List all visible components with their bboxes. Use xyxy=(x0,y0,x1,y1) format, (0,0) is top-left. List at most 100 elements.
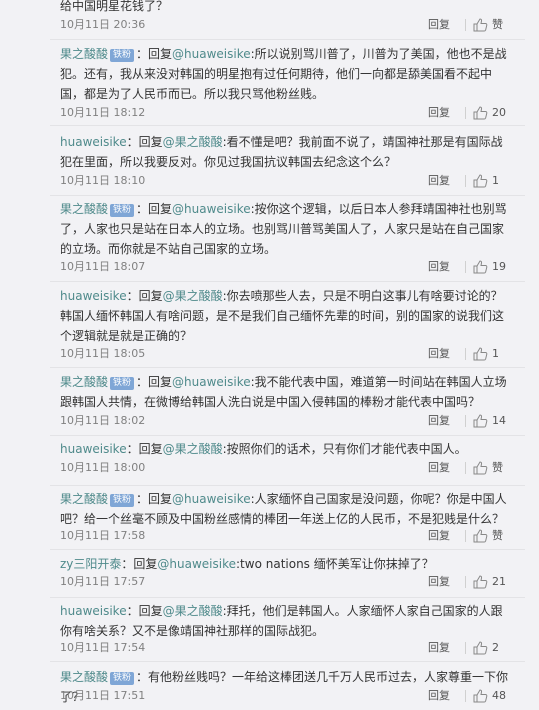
comment-username[interactable]: huaweisike xyxy=(60,442,127,456)
thumbs-up-icon xyxy=(473,260,488,274)
comment-meta: 10月11日 18:12 回复 20 xyxy=(60,104,511,122)
comment-item: 给中国明星花钱了？ 10月11日 20:36 回复 赞 xyxy=(50,0,525,40)
comment-time: 10月11日 17:51 xyxy=(60,689,146,702)
comment-meta: 10月11日 18:07 回复 19 xyxy=(60,258,511,276)
comment-item: huaweisike：回复@果之酸酸:拜托，他们是韩国人。人家缅怀人家自己国家的… xyxy=(50,598,525,662)
reply-button[interactable]: 回复 xyxy=(428,687,450,705)
reply-button[interactable]: 回复 xyxy=(428,459,450,477)
like-count: 赞 xyxy=(492,461,503,474)
comment-text: 果之酸酸 铁粉 ：回复@huaweisike:我不能代表中国，难道第一时间站在韩国人… xyxy=(60,372,511,412)
like-count: 48 xyxy=(492,689,506,702)
divider xyxy=(465,415,466,427)
comment-item: 果之酸酸 铁粉 ：回复@huaweisike:所以说别骂川普了，川普为了美国，他也不… xyxy=(50,40,525,126)
comment-content: 给中国明星花钱了？ xyxy=(60,0,169,13)
comment-item: 果之酸酸 铁粉 ：回复@huaweisike:按你这个逻辑，以后日本人参拜靖国神社也… xyxy=(50,196,525,282)
comment-time: 10月11日 20:36 xyxy=(60,18,146,31)
comment-item: 果之酸酸 铁粉 ：有他粉丝贱吗？一年给这棒团送几千万人民币过去，人家尊重一下你了？ … xyxy=(50,662,525,710)
divider xyxy=(465,107,466,119)
comment-username[interactable]: 果之酸酸 xyxy=(60,202,108,216)
comment-meta: 10月11日 18:00 回复 赞 xyxy=(60,459,511,477)
like-count: 赞 xyxy=(492,529,503,542)
thumbs-up-icon xyxy=(473,106,488,120)
reply-prefix: ：回复 xyxy=(136,202,173,216)
mention-link[interactable]: @huaweisike xyxy=(172,47,251,61)
reply-button[interactable]: 回复 xyxy=(428,639,450,657)
comment-item: 果之酸酸 铁粉 ：回复@huaweisike:我不能代表中国，难道第一时间站在韩国人… xyxy=(50,368,525,436)
like-count: 20 xyxy=(492,106,506,119)
comment-username[interactable]: 果之酸酸 xyxy=(60,670,108,684)
comment-username[interactable]: 果之酸酸 xyxy=(60,375,108,389)
thumbs-up-icon xyxy=(473,174,488,188)
like-count: 2 xyxy=(492,641,499,654)
comment-time: 10月11日 18:05 xyxy=(60,347,146,360)
reply-button[interactable]: 回复 xyxy=(428,172,450,190)
comment-meta: 10月11日 18:10 回复 1 xyxy=(60,172,511,190)
mention-link[interactable]: @huaweisike xyxy=(172,492,251,506)
comment-username[interactable]: zy三阳开泰 xyxy=(60,557,121,571)
comment-username[interactable]: huaweisike xyxy=(60,135,127,149)
comment-time: 10月11日 17:58 xyxy=(60,529,146,542)
divider xyxy=(465,576,466,588)
reply-button[interactable]: 回复 xyxy=(428,573,450,591)
reply-prefix: ： xyxy=(136,670,149,684)
mention-link[interactable]: @果之酸酸 xyxy=(163,604,223,618)
reply-prefix: ：回复 xyxy=(126,289,163,303)
like-count: 1 xyxy=(492,174,499,187)
fan-badge: 铁粉 xyxy=(110,204,135,217)
fan-badge: 铁粉 xyxy=(110,672,135,685)
comment-text: 果之酸酸 铁粉 ：回复@huaweisike:人家缅怀自己国家是没问题，你呢？你是中… xyxy=(60,489,511,529)
comment-meta: 10月11日 17:58 回复 赞 xyxy=(60,527,511,545)
divider xyxy=(465,175,466,187)
like-count: 赞 xyxy=(492,18,503,31)
like-count: 19 xyxy=(492,260,506,273)
reply-prefix: ：回复 xyxy=(121,557,158,571)
thumbs-up-icon xyxy=(473,529,488,543)
comment-username[interactable]: 果之酸酸 xyxy=(60,492,108,506)
thumbs-up-icon xyxy=(473,689,488,703)
thumbs-up-icon xyxy=(473,461,488,475)
comment-time: 10月11日 18:07 xyxy=(60,260,146,273)
comment-meta: 10月11日 17:57 回复 21 xyxy=(60,573,511,591)
comment-content: :按照你们的话术，只有你们才能代表中国人。 xyxy=(222,442,467,456)
mention-link[interactable]: @huaweisike xyxy=(172,375,251,389)
reply-button[interactable]: 回复 xyxy=(428,16,450,34)
fan-badge: 铁粉 xyxy=(110,49,135,62)
comment-item: huaweisike：回复@果之酸酸:你去喷那些人去，只是不明白这事儿有啥要讨论… xyxy=(50,282,525,368)
comment-item: huaweisike：回复@果之酸酸:看不懂是吧？我前面不说了，靖国神社那是有国… xyxy=(50,126,525,196)
divider xyxy=(465,530,466,542)
reply-prefix: ：回复 xyxy=(126,442,163,456)
reply-button[interactable]: 回复 xyxy=(428,104,450,122)
comment-text: huaweisike：回复@果之酸酸:拜托，他们是韩国人。人家缅怀人家自己国家的… xyxy=(60,601,511,641)
reply-button[interactable]: 回复 xyxy=(428,258,450,276)
reply-prefix: ：回复 xyxy=(126,604,163,618)
comment-text: huaweisike：回复@果之酸酸:你去喷那些人去，只是不明白这事儿有啥要讨论… xyxy=(60,286,511,346)
comment-time: 10月11日 18:12 xyxy=(60,106,146,119)
reply-button[interactable]: 回复 xyxy=(428,345,450,363)
comment-item: huaweisike：回复@果之酸酸:按照你们的话术，只有你们才能代表中国人。 … xyxy=(50,436,525,486)
comment-time: 10月11日 18:10 xyxy=(60,174,146,187)
reply-prefix: ：回复 xyxy=(136,492,173,506)
reply-button[interactable]: 回复 xyxy=(428,412,450,430)
comment-time: 10月11日 18:00 xyxy=(60,461,146,474)
comment-text: 果之酸酸 铁粉 ：回复@huaweisike:所以说别骂川普了，川普为了美国，他也不… xyxy=(60,44,511,104)
comment-username[interactable]: 果之酸酸 xyxy=(60,47,108,61)
mention-link[interactable]: @果之酸酸 xyxy=(163,289,223,303)
comment-meta: 10月11日 17:51 回复 48 xyxy=(60,687,511,705)
fan-badge: 铁粉 xyxy=(110,377,135,390)
thumbs-up-icon xyxy=(473,641,488,655)
comment-username[interactable]: huaweisike xyxy=(60,289,127,303)
divider xyxy=(465,348,466,360)
comment-username[interactable]: huaweisike xyxy=(60,604,127,618)
reply-prefix: ：回复 xyxy=(136,47,173,61)
mention-link[interactable]: @果之酸酸 xyxy=(163,442,223,456)
comment-text: huaweisike：回复@果之酸酸:看不懂是吧？我前面不说了，靖国神社那是有国… xyxy=(60,132,511,172)
comment-meta: 10月11日 18:02 回复 14 xyxy=(60,412,511,430)
comment-text: zy三阳开泰：回复@huaweisike:two nations 缅怀美军让你抹… xyxy=(60,554,511,574)
mention-link[interactable]: @huaweisike xyxy=(172,202,251,216)
reply-button[interactable]: 回复 xyxy=(428,527,450,545)
comment-item: zy三阳开泰：回复@huaweisike:two nations 缅怀美军让你抹… xyxy=(50,550,525,598)
mention-link[interactable]: @果之酸酸 xyxy=(163,135,223,149)
mention-link[interactable]: @huaweisike xyxy=(157,557,236,571)
like-count: 21 xyxy=(492,575,506,588)
divider xyxy=(465,19,466,31)
